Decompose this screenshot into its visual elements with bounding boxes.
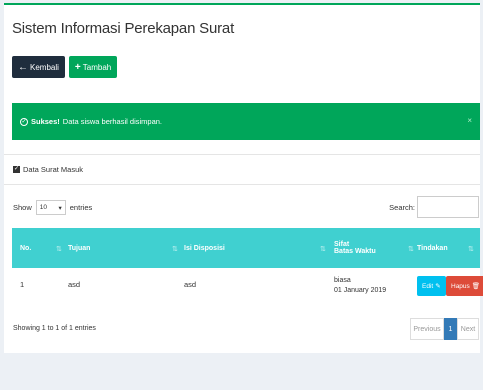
arrow-left-icon: ← <box>18 61 28 73</box>
search-control: Search: <box>389 196 479 218</box>
trash-icon: 🗑 <box>471 283 481 290</box>
column-header-tindakan[interactable]: Tindakan <box>417 228 448 268</box>
delete-button[interactable]: Hapus 🗑 <box>446 276 483 296</box>
entries-select[interactable]: 10 ▾ <box>35 200 66 215</box>
add-button-label: Tambah <box>82 62 112 72</box>
cell-no: 1 <box>20 280 25 289</box>
sort-icon: ⇅ <box>468 246 474 253</box>
chevron-down-icon: ▾ <box>58 204 62 212</box>
cell-tujuan: asd <box>68 280 81 289</box>
entries-select-value: 10 <box>39 204 47 211</box>
checkbox-icon: ✓ <box>13 166 20 173</box>
toolbar: ← Kembali + Tambah <box>12 56 118 78</box>
cell-sifat: biasa 01 January 2019 <box>334 276 386 296</box>
column-header-tujuan[interactable]: Tujuan <box>68 228 90 268</box>
column-header-sifat[interactable]: Sifat Batas Waktu <box>334 228 376 268</box>
pagination: Previous 1 Next <box>410 318 479 340</box>
sort-icon: ⇅ <box>56 246 62 253</box>
success-alert: ✓ Sukses! Data siswa berhasil disimpan. … <box>12 103 480 140</box>
column-header-label: No. <box>20 244 32 252</box>
check-circle-icon: ✓ <box>20 117 28 126</box>
plus-icon: + <box>74 61 81 73</box>
length-control: Show 10 ▾ entries <box>13 200 92 215</box>
alert-message: Data siswa berhasil disimpan. <box>62 117 162 126</box>
close-icon[interactable]: × <box>467 116 472 125</box>
sort-icon: ⇅ <box>320 246 326 253</box>
entries-label: entries <box>69 203 93 212</box>
table-header: No. ⇅ Tujuan ⇅ Isi Disposisi ⇅ Sifat Bat… <box>12 228 480 268</box>
back-button[interactable]: ← Kembali <box>12 56 65 78</box>
show-label: Show <box>13 203 32 212</box>
cell-batas-waktu: 01 January 2019 <box>334 287 387 294</box>
delete-button-label: Hapus <box>451 282 470 290</box>
back-button-label: Kembali <box>30 62 59 72</box>
sort-icon: ⇅ <box>408 246 414 253</box>
edit-button[interactable]: Edit ✎ <box>417 276 446 296</box>
column-header-label-2: Batas Waktu <box>334 248 376 255</box>
edit-button-label: Edit <box>422 282 434 290</box>
alert-strong: Sukses! <box>31 117 60 126</box>
sort-icon: ⇅ <box>172 246 178 253</box>
cell-sifat-value: biasa <box>334 277 351 284</box>
search-input[interactable] <box>417 196 479 218</box>
edit-icon: ✎ <box>435 283 441 290</box>
column-header-no[interactable]: No. <box>20 228 31 268</box>
column-header-label: Tindakan <box>417 244 448 252</box>
pagination-previous[interactable]: Previous <box>410 318 444 340</box>
divider <box>4 184 480 185</box>
add-button[interactable]: + Tambah <box>68 56 118 78</box>
search-label: Search: <box>389 202 415 212</box>
column-header-label: Tujuan <box>68 244 91 252</box>
box-title: ✓ Data Surat Masuk <box>13 165 83 174</box>
column-header-label: Isi Disposisi <box>184 244 225 252</box>
column-header-isi-disposisi[interactable]: Isi Disposisi <box>184 228 225 268</box>
box-title-label: Data Surat Masuk <box>23 165 84 174</box>
table-row: 1 asd asd biasa 01 January 2019 Edit ✎ H… <box>12 268 483 310</box>
pagination-page-1[interactable]: 1 <box>444 318 457 340</box>
page-title: Sistem Informasi Perekapan Surat <box>12 20 235 37</box>
cell-isi-disposisi: asd <box>184 280 197 289</box>
pagination-next[interactable]: Next <box>457 318 479 340</box>
column-header-label: Sifat <box>334 241 350 248</box>
divider <box>4 154 480 155</box>
table-info: Showing 1 to 1 of 1 entries <box>13 325 96 332</box>
